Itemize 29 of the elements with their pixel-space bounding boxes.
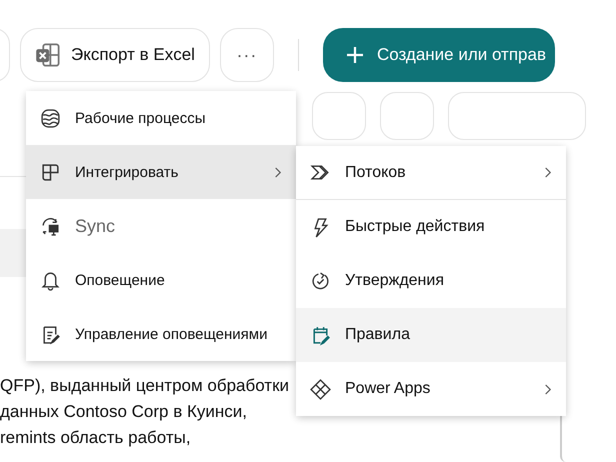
menu-item[interactable]: Правила — [296, 308, 566, 362]
bell-icon — [40, 270, 61, 290]
menu-item[interactable]: Оповещение — [26, 253, 296, 307]
details-button[interactable] — [448, 92, 586, 140]
menu-item[interactable]: Потоков — [296, 146, 566, 200]
grid-icon — [40, 162, 61, 182]
menu-item[interactable]: Рабочие процессы — [26, 91, 296, 145]
menu-item[interactable]: Управление оповещениями — [26, 307, 296, 361]
waves-icon — [40, 108, 61, 128]
filter-button[interactable] — [312, 92, 366, 140]
menu-item[interactable]: Утверждения — [296, 254, 566, 308]
body-text: данных Contoso Corp в Куинси, — [0, 401, 247, 423]
chevron-right-icon — [273, 164, 282, 180]
menu-item[interactable]: Быстрые действия — [296, 200, 566, 254]
chevron-right-icon — [543, 382, 552, 396]
plus-icon — [344, 45, 365, 65]
circle-check-icon — [310, 270, 331, 292]
excel-icon — [35, 42, 61, 68]
body-text: remints область работы, — [0, 427, 191, 449]
diamond-grid-icon — [310, 378, 331, 400]
share-button[interactable] — [380, 92, 434, 140]
sync-icon — [40, 216, 61, 236]
more-button[interactable]: ··· — [220, 28, 274, 82]
chevron-right-icon — [543, 165, 552, 180]
create-button[interactable]: Создание или отправ — [322, 28, 555, 82]
menu-item[interactable]: Power Apps — [296, 362, 566, 416]
export-excel-button[interactable]: Экспорт в Excel — [20, 28, 210, 82]
body-text: QFP), выданный центром обработки — [0, 375, 290, 397]
menu-item[interactable]: Интегрировать — [26, 145, 296, 199]
